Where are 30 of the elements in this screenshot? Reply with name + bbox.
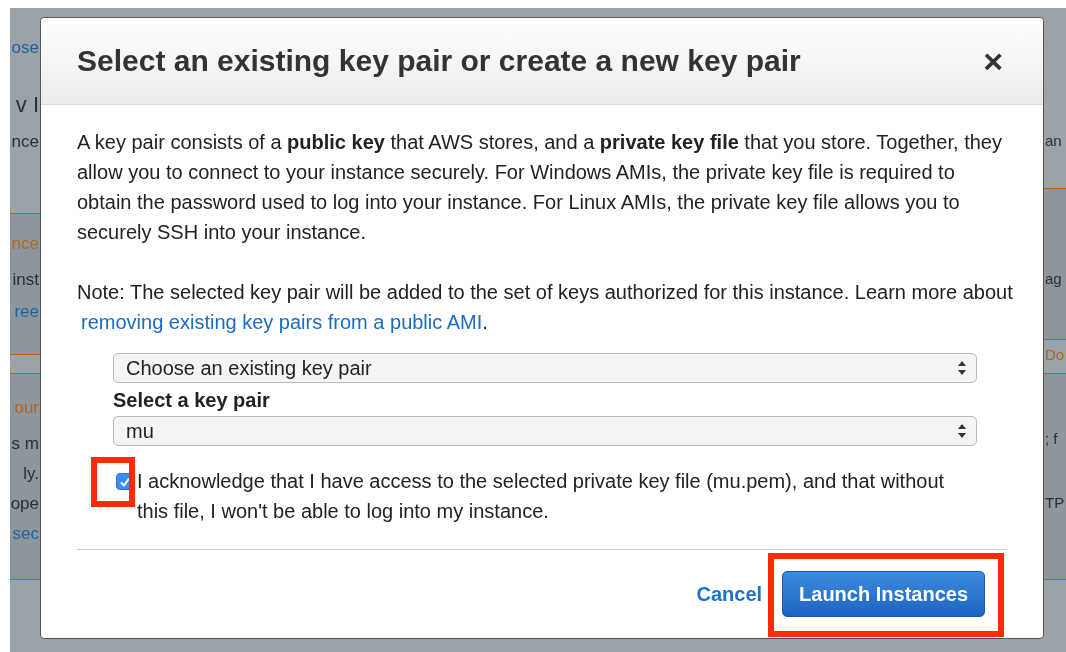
background-text: ly. [23,464,39,484]
background-text: s m [11,434,39,454]
background-text: nce [11,234,39,254]
background-text: ree [14,302,39,322]
launch-button[interactable]: Launch Instances [782,571,985,617]
background-text: ag [1045,270,1062,287]
acknowledge-label: I acknowledge that I have access to the selected private key file (mu.pem), and that without this file, I won't be able to log into my instance. [137,469,946,524]
background-text: ; f [1045,430,1058,447]
mode-select[interactable]: Choose an existing key pair [113,353,977,383]
background-text: Do [1045,346,1065,363]
background-text: ose [11,38,39,58]
cancel-button[interactable]: Cancel [696,582,763,606]
up-down-arrows-icon [958,361,966,375]
background-text: an [1045,132,1062,149]
up-down-arrows-icon [958,424,966,438]
background-text: nce [11,132,39,152]
key-pair-label: Select a key pair [113,389,271,412]
dialog-title: Select an existing key pair or create a new key pair [77,44,801,78]
background-text: sec [12,524,39,544]
description-text: A key pair consists of a public key that AWS stores, and a private key file that you store. Together, they allow you to connect to your instance securely. For Windows AMIs, the private key file is required to obtain the password used to log into your instance. For Linux AMIs, the private key file allows you to securely SSH into your instance. [77,130,1003,245]
close-button[interactable]: × [979,44,1007,78]
note-text: Note: The selected key pair will be added to the set of keys authorized for this instance. Learn more about removing existing key pairs from a public AMI. [77,280,1013,335]
background-text: TP [1045,494,1065,511]
key-pair-select[interactable]: mu [113,416,977,446]
background-text: our [14,398,39,418]
background-text: ope [10,494,39,514]
help-link[interactable]: removing existing key pairs from a public AMI [81,311,483,333]
check-icon [118,475,131,488]
background-text: v I [15,92,39,118]
background-text: inst [12,270,39,290]
